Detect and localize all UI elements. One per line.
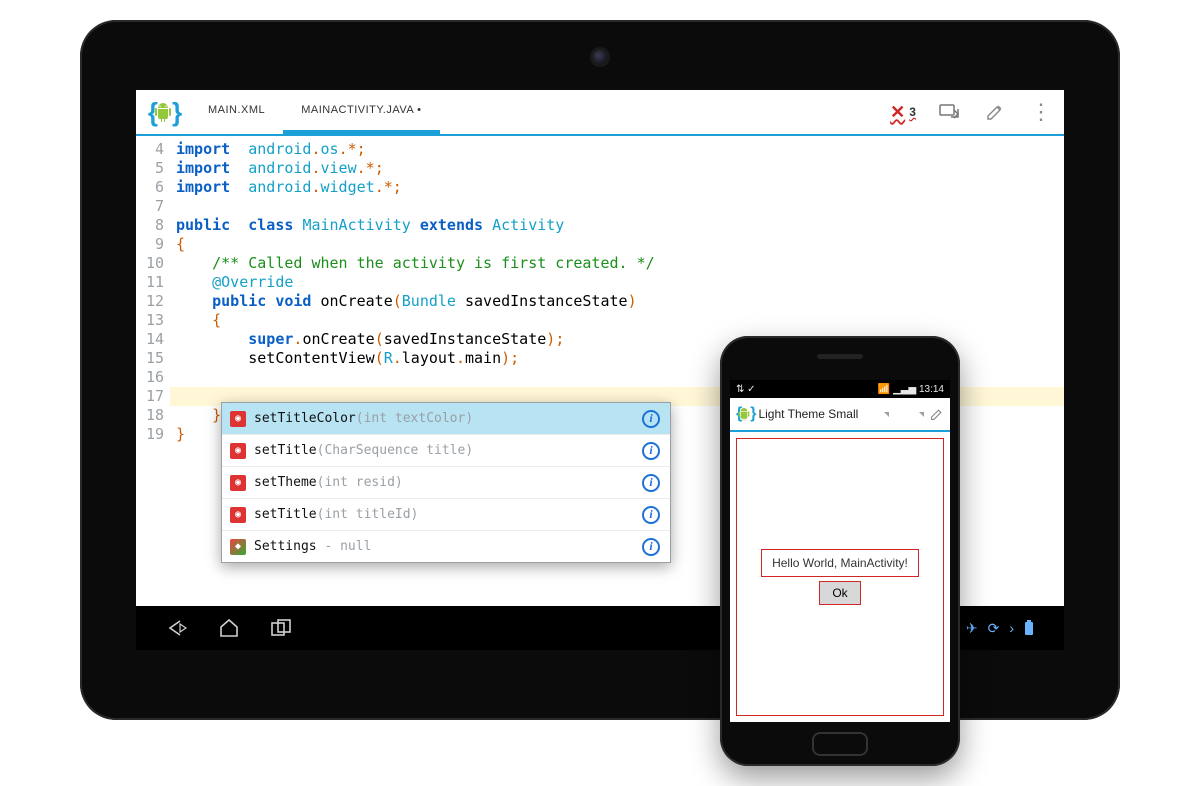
- logo-braces-icon: }: [172, 97, 178, 128]
- tablet-camera: [593, 50, 607, 64]
- method-icon: ◉: [230, 443, 246, 459]
- line-number: 11: [136, 273, 164, 292]
- home-icon: [218, 618, 240, 638]
- phone-appbar: { } Light Theme Small: [730, 398, 950, 432]
- dropdown-indicator-icon: [919, 412, 924, 417]
- line-number: 7: [136, 197, 164, 216]
- editor-tab[interactable]: MAINACTIVITY.JAVA •: [283, 90, 439, 134]
- line-number: 10: [136, 254, 164, 273]
- logo-android-icon: [154, 102, 172, 122]
- edit-button[interactable]: [972, 90, 1018, 134]
- more-vert-icon: ⋮: [1030, 99, 1052, 125]
- airplane-icon: ✈: [966, 620, 978, 637]
- line-number-gutter: 45678910111213141516171819: [136, 136, 170, 606]
- line-number: 9: [136, 235, 164, 254]
- autocomplete-label: setTitleColor(int textColor): [254, 409, 634, 428]
- editor-appbar: { } MAIN.XMLMAINACTIVITY.JAVA • ✕ 3: [136, 90, 1064, 136]
- error-count: 3: [909, 105, 916, 119]
- logo-braces-icon: }: [750, 405, 752, 423]
- code-line[interactable]: public void onCreate(Bundle savedInstanc…: [176, 292, 1064, 311]
- code-line[interactable]: public class MainActivity extends Activi…: [176, 216, 1064, 235]
- phone-device-frame: ⇅ ✓ 📶 ▁▃▅ 13:14 { } Light Theme Small He…: [720, 336, 960, 766]
- autocomplete-item[interactable]: ◉ setTitle(CharSequence title) i: [222, 435, 670, 467]
- phone-screen: ⇅ ✓ 📶 ▁▃▅ 13:14 { } Light Theme Small He…: [730, 380, 950, 722]
- errors-button[interactable]: ✕ 3: [880, 90, 926, 134]
- nav-back-button[interactable]: [166, 619, 188, 637]
- line-number: 13: [136, 311, 164, 330]
- nav-recents-button[interactable]: [270, 619, 294, 637]
- recents-icon: [270, 619, 294, 637]
- layout-preview[interactable]: Hello World, MainActivity! Ok: [730, 432, 950, 722]
- autocomplete-item[interactable]: ◉ setTitleColor(int textColor) i: [222, 403, 670, 435]
- status-left-icons: ⇅ ✓: [736, 384, 756, 395]
- info-icon[interactable]: i: [642, 410, 660, 428]
- autocomplete-label: setTheme(int resid): [254, 473, 634, 492]
- autocomplete-item[interactable]: ◉ setTitle(int titleId) i: [222, 499, 670, 531]
- run-preview-button[interactable]: [926, 90, 972, 134]
- autocomplete-item[interactable]: ◆ Settings - null i: [222, 531, 670, 562]
- app-logo[interactable]: { }: [136, 90, 190, 134]
- app-logo-small[interactable]: { }: [736, 405, 752, 423]
- line-number: 8: [136, 216, 164, 235]
- error-x-icon: ✕: [890, 102, 905, 123]
- line-number: 14: [136, 330, 164, 349]
- phone-edit-button[interactable]: [930, 407, 944, 421]
- method-icon: ◉: [230, 507, 246, 523]
- autocomplete-popup[interactable]: ◉ setTitleColor(int textColor) i ◉ setTitle(…: [221, 402, 671, 563]
- line-number: 16: [136, 368, 164, 387]
- overflow-menu-button[interactable]: ⋮: [1018, 90, 1064, 134]
- button-outline[interactable]: Ok: [819, 581, 860, 605]
- line-number: 5: [136, 159, 164, 178]
- sync-icon: ⟳: [988, 620, 1000, 637]
- package-icon: ◆: [230, 539, 246, 555]
- chevron-right-icon: ›: [1009, 620, 1014, 636]
- phone-earpiece: [817, 354, 863, 359]
- textview-text: Hello World, MainActivity!: [772, 556, 908, 570]
- method-icon: ◉: [230, 411, 246, 427]
- code-line[interactable]: {: [176, 235, 1064, 254]
- button-label: Ok: [832, 586, 847, 600]
- status-right: 📶 ▁▃▅ 13:14: [878, 384, 944, 395]
- code-line[interactable]: import android.widget.*;: [176, 178, 1064, 197]
- line-number: 4: [136, 140, 164, 159]
- line-number: 6: [136, 178, 164, 197]
- preview-icon: [938, 103, 960, 121]
- autocomplete-label: setTitle(CharSequence title): [254, 441, 634, 460]
- line-number: 12: [136, 292, 164, 311]
- line-number: 19: [136, 425, 164, 444]
- info-icon[interactable]: i: [642, 442, 660, 460]
- info-icon[interactable]: i: [642, 538, 660, 556]
- phone-home-button[interactable]: [812, 732, 868, 756]
- info-icon[interactable]: i: [642, 506, 660, 524]
- code-line[interactable]: /** Called when the activity is first cr…: [176, 254, 1064, 273]
- battery-icon: [1024, 620, 1034, 636]
- line-number: 17: [136, 387, 164, 406]
- logo-android-icon: [738, 407, 750, 421]
- back-icon: [166, 619, 188, 637]
- tablet-device-frame: { } MAIN.XMLMAINACTIVITY.JAVA • ✕ 3: [80, 20, 1120, 720]
- code-line[interactable]: @Override: [176, 273, 1064, 292]
- code-line[interactable]: [176, 197, 1064, 216]
- textview-outline[interactable]: Hello World, MainActivity!: [761, 549, 919, 577]
- pencil-icon: [930, 407, 944, 421]
- autocomplete-label: Settings - null: [254, 537, 634, 556]
- line-number: 15: [136, 349, 164, 368]
- autocomplete-label: setTitle(int titleId): [254, 505, 634, 524]
- editor-tabs: MAIN.XMLMAINACTIVITY.JAVA •: [190, 90, 440, 134]
- phone-status-bar: ⇅ ✓ 📶 ▁▃▅ 13:14: [730, 380, 950, 398]
- phone-title[interactable]: Light Theme Small: [758, 407, 880, 421]
- method-icon: ◉: [230, 475, 246, 491]
- code-line[interactable]: import android.os.*;: [176, 140, 1064, 159]
- editor-tab[interactable]: MAIN.XML: [190, 90, 283, 134]
- root-layout-outline[interactable]: Hello World, MainActivity! Ok: [736, 438, 944, 716]
- pencil-icon: [986, 103, 1004, 121]
- dropdown-indicator-icon: [884, 412, 889, 417]
- info-icon[interactable]: i: [642, 474, 660, 492]
- code-line[interactable]: import android.view.*;: [176, 159, 1064, 178]
- line-number: 18: [136, 406, 164, 425]
- autocomplete-item[interactable]: ◉ setTheme(int resid) i: [222, 467, 670, 499]
- nav-home-button[interactable]: [218, 618, 240, 638]
- code-line[interactable]: {: [176, 311, 1064, 330]
